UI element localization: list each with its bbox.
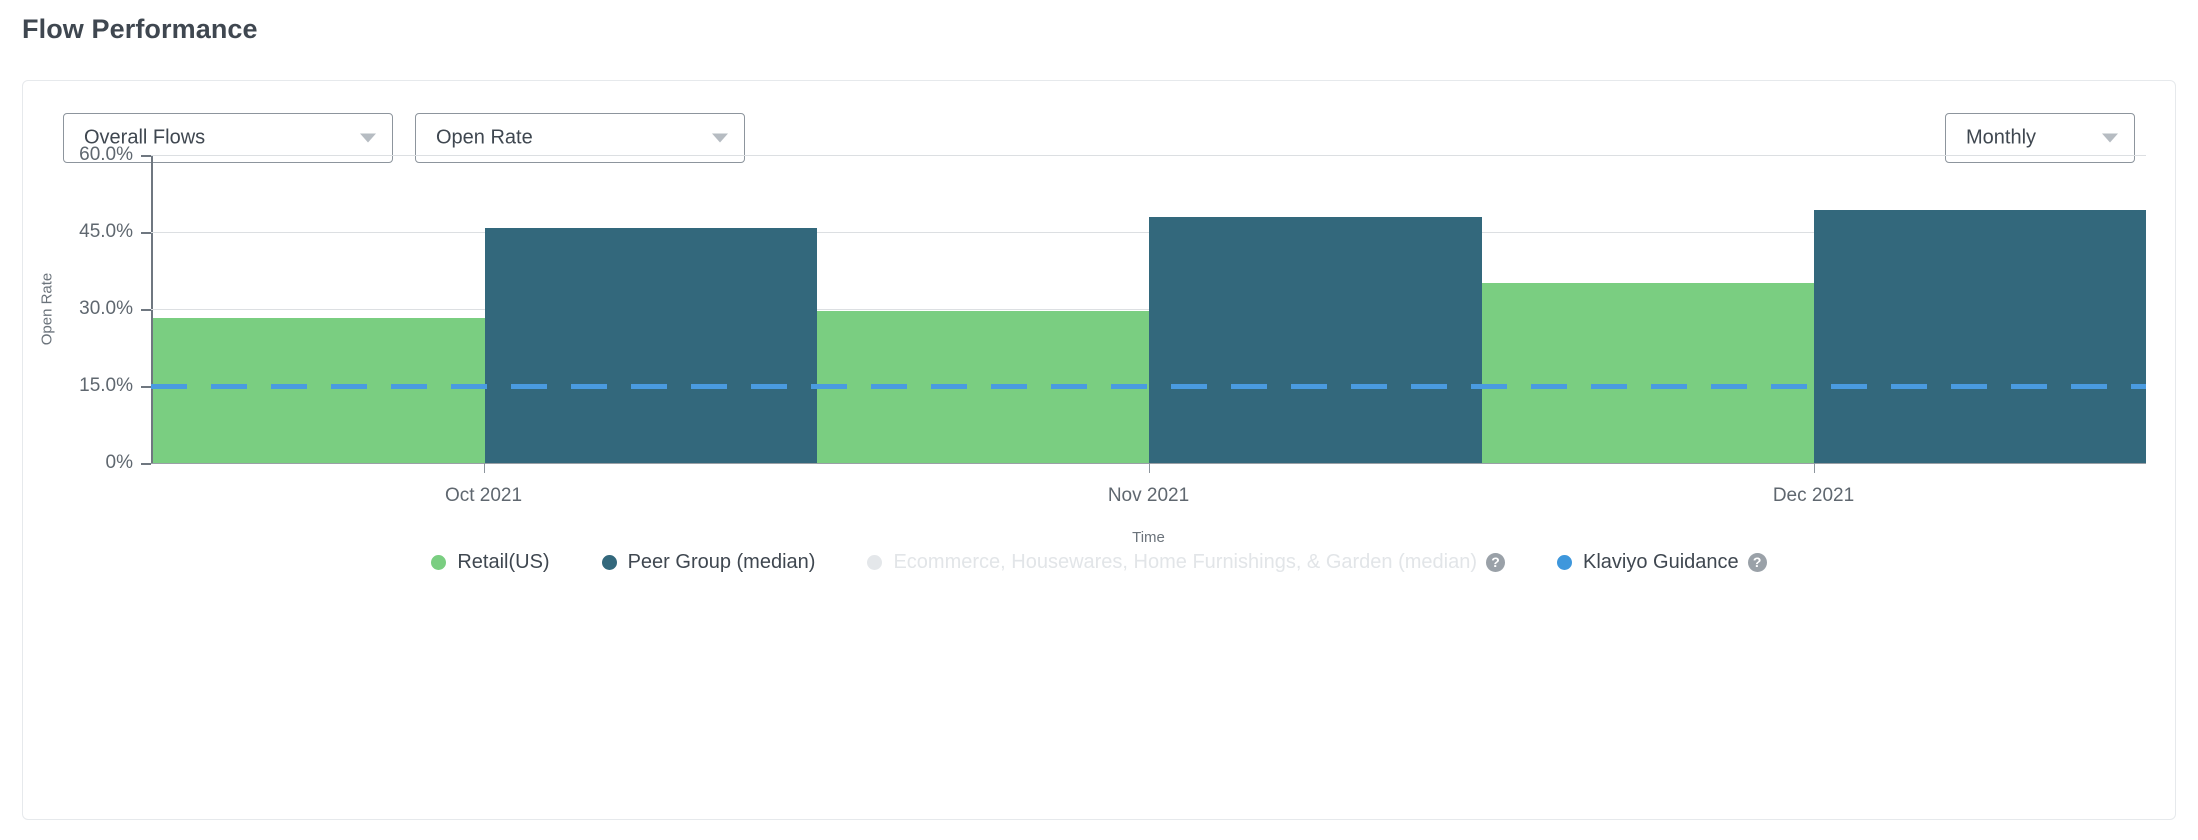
x-axis-tick-label: Oct 2021 xyxy=(444,485,523,506)
bar[interactable] xyxy=(1149,216,1482,463)
x-axis-tick xyxy=(1813,463,1815,473)
legend-item-label: Peer Group (median) xyxy=(627,551,816,573)
legend-dot-icon xyxy=(601,555,617,570)
x-axis-tick xyxy=(483,463,485,473)
y-axis-tick xyxy=(141,155,151,157)
klaviyo-guidance-line xyxy=(151,384,2146,389)
y-axis-tick xyxy=(141,386,151,388)
legend-item[interactable]: Ecommerce, Housewares, Home Furnishings,… xyxy=(867,551,1506,574)
bar[interactable] xyxy=(153,317,486,463)
y-axis-tick xyxy=(141,463,151,465)
bar[interactable] xyxy=(1813,210,2146,463)
bar[interactable] xyxy=(1481,283,1814,463)
y-axis-tick-label: 60.0% xyxy=(79,144,133,165)
y-axis-tick-label: 0% xyxy=(105,452,133,473)
legend-dot-icon xyxy=(1557,555,1573,570)
legend-dot-icon xyxy=(867,555,883,570)
legend-item-label: Klaviyo Guidance xyxy=(1583,551,1739,573)
y-axis-tick-label: 45.0% xyxy=(79,221,133,242)
chart-legend: Retail(US) Peer Group (median) Ecommerce, … xyxy=(23,551,2175,574)
y-axis-tick-label: 15.0% xyxy=(79,375,133,396)
legend-item-label: Retail(US) xyxy=(457,551,550,573)
help-icon[interactable]: ? xyxy=(1486,553,1506,572)
bar-chart-plot: Open Rate 0% 15.0% 30.0% 45.0% 60.0% Oct 202… xyxy=(39,144,2146,546)
bar-series-layer xyxy=(153,155,2146,463)
x-axis-tick-label: Dec 2021 xyxy=(1772,485,1855,506)
page-title: Flow Performance xyxy=(22,14,258,44)
metric-select-label: Open Rate xyxy=(436,126,533,149)
chevron-down-icon xyxy=(360,133,376,143)
interval-select-label: Monthly xyxy=(1966,126,2037,149)
help-icon[interactable]: ? xyxy=(1747,553,1767,572)
x-axis-tick xyxy=(1148,463,1150,473)
x-axis-title: Time xyxy=(1132,529,1165,546)
legend-dot-icon xyxy=(431,555,447,570)
y-axis-tick-label: 30.0% xyxy=(79,298,133,319)
legend-item-label: Ecommerce, Housewares, Home Furnishings,… xyxy=(893,551,1478,573)
y-axis-title: Open Rate xyxy=(38,272,56,346)
chevron-down-icon xyxy=(2102,133,2118,143)
x-axis-tick-label: Nov 2021 xyxy=(1107,485,1190,506)
legend-item[interactable]: Klaviyo Guidance? xyxy=(1557,551,1767,574)
flow-performance-card: Overall Flows Open Rate Monthly Open Rat… xyxy=(22,80,2176,820)
bar[interactable] xyxy=(485,227,818,463)
bar-group[interactable] xyxy=(153,155,818,463)
bar-group[interactable] xyxy=(817,155,1482,463)
legend-item[interactable]: Retail(US) xyxy=(431,551,550,574)
y-axis-tick xyxy=(141,232,151,234)
flow-performance-page: Flow Performance Overall Flows Open Rate… xyxy=(0,0,2198,840)
y-axis-tick xyxy=(141,309,151,311)
chevron-down-icon xyxy=(712,133,728,143)
bar-group[interactable] xyxy=(1481,155,2146,463)
legend-item[interactable]: Peer Group (median) xyxy=(601,551,816,574)
